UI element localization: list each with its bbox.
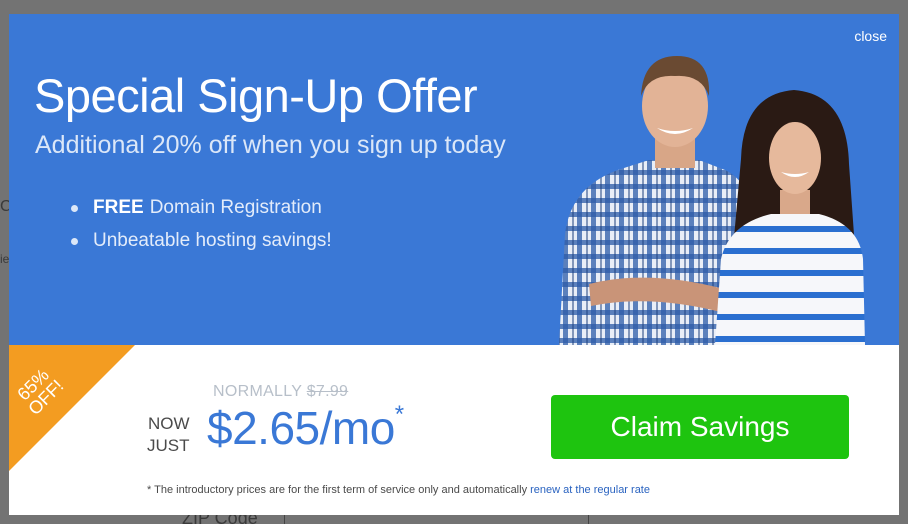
feature-highlight: FREE (93, 197, 144, 218)
disclaimer-text: * The introductory prices are for the fi… (147, 484, 528, 496)
feature-text: Domain Registration (149, 197, 322, 218)
original-price: $7.99 (306, 383, 349, 400)
disclaimer: * The introductory prices are for the fi… (147, 484, 650, 496)
discount-ribbon-text: 65% OFF! (12, 364, 67, 419)
feature-item: Unbeatable hosting savings! (71, 229, 332, 262)
close-link[interactable]: close (854, 28, 887, 44)
normally-label: NORMALLY (213, 383, 302, 400)
just-label: JUST (147, 436, 190, 455)
discount-ribbon: 65% OFF! (9, 345, 135, 471)
pricing-section: 65% OFF! NORMALLY $7.99 NOW JUST $2.65/m… (9, 345, 899, 515)
normal-price: NORMALLY $7.99 (213, 383, 348, 401)
claim-savings-button[interactable]: Claim Savings (551, 395, 849, 459)
offer-subtitle: Additional 20% off when you sign up toda… (35, 131, 506, 159)
background-text: ie (0, 252, 10, 266)
sale-price: $2.65/mo* (207, 401, 404, 455)
feature-text: Unbeatable hosting savings! (93, 230, 332, 251)
sale-price-value: $2.65/mo (207, 402, 395, 454)
feature-item: FREE Domain Registration (71, 196, 332, 229)
now-label: NOW (147, 414, 190, 433)
signup-offer-modal: close Special Sign-Up Offer Additional 2… (9, 14, 899, 515)
now-just-label: NOW JUST (147, 413, 190, 457)
price-asterisk: * (394, 400, 404, 428)
renew-rate-link[interactable]: renew at the regular rate (530, 484, 650, 496)
offer-hero: close Special Sign-Up Offer Additional 2… (9, 14, 899, 345)
woman-figure (715, 90, 865, 345)
feature-list: FREE Domain Registration Unbeatable hosti… (71, 196, 332, 262)
offer-title: Special Sign-Up Offer (34, 69, 478, 122)
people-photo (559, 56, 865, 345)
